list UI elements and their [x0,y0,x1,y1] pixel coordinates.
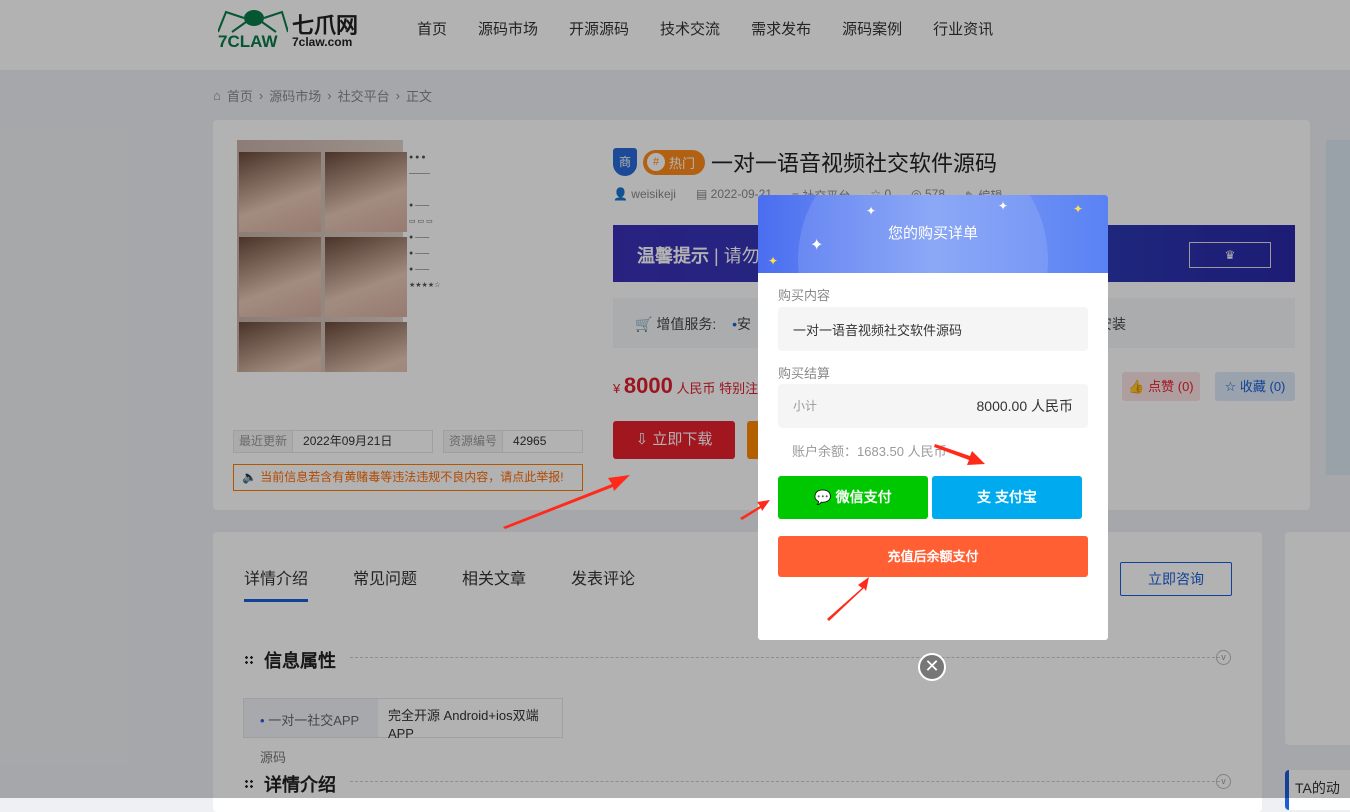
arrow-to-wechat [740,500,770,520]
modal-title: 您的购买详单 [887,225,978,242]
arrow-to-alipay [934,444,985,465]
arrow-to-download [503,475,630,529]
annotation-arrows [503,444,985,621]
arrow-to-recharge [827,577,869,621]
